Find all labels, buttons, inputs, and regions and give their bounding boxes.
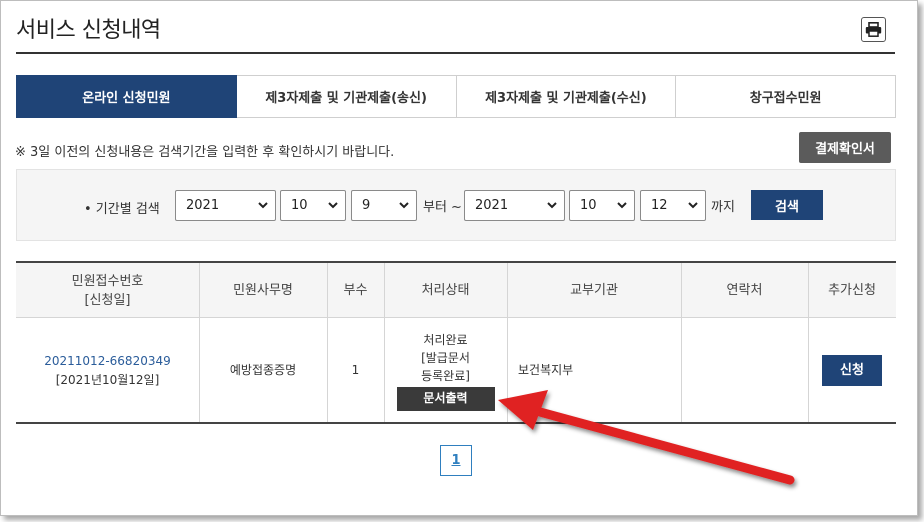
cell-service: 예방접종증명 xyxy=(229,363,297,377)
receipt-number-link[interactable]: 20211012-66820349 xyxy=(44,352,171,371)
to-word: 까지 xyxy=(711,200,735,215)
chevron-down-icon xyxy=(617,202,627,209)
page-title: 서비스 신청내역 xyxy=(16,18,161,43)
title-divider xyxy=(16,52,895,54)
from-day-value: 9 xyxy=(362,198,371,213)
from-day-select[interactable]: 9 xyxy=(351,190,417,221)
from-word: 부터 ~ xyxy=(423,200,462,215)
cell-extra: 신청 xyxy=(808,319,896,422)
to-day-select[interactable]: 12 xyxy=(640,190,706,221)
printer-icon xyxy=(865,22,882,37)
header-agency: 교부기관 xyxy=(570,283,618,298)
tab-bar: 온라인 신청민원 제3자제출 및 기관제출(송신) 제3자제출 및 기관제출(수… xyxy=(16,75,896,118)
tab-third-party-received[interactable]: 제3자제출 및 기관제출(수신) xyxy=(456,75,677,118)
header-receipt: 민원접수번호 [신청일] xyxy=(16,263,199,318)
header-contact: 연락처 xyxy=(726,283,763,298)
cell-copies: 1 xyxy=(351,363,360,377)
to-month-select[interactable]: 10 xyxy=(569,190,635,221)
to-year-select[interactable]: 2021 xyxy=(464,190,565,221)
payment-confirmation-button[interactable]: 결제확인서 xyxy=(799,132,891,163)
print-document-button[interactable]: 문서출력 xyxy=(396,386,495,411)
header-extra: 추가신청 xyxy=(828,283,876,298)
to-month-value: 10 xyxy=(580,198,597,213)
status-line: 처리완료 xyxy=(423,332,468,347)
tab-third-party-sent[interactable]: 제3자제출 및 기관제출(송신) xyxy=(236,75,457,118)
page-button-current[interactable]: 1 xyxy=(440,445,472,476)
application-date: [2021년10월12일] xyxy=(55,372,160,387)
to-year-value: 2021 xyxy=(475,198,509,213)
cell-receipt: 20211012-66820349 [2021년10월12일] xyxy=(16,319,199,422)
header-status: 처리상태 xyxy=(421,283,470,298)
header-service: 민원사무명 xyxy=(233,283,293,298)
print-button[interactable] xyxy=(861,17,886,42)
chevron-down-icon xyxy=(547,202,557,209)
tab-online-applications[interactable]: 온라인 신청민원 xyxy=(16,75,237,118)
search-button[interactable]: 검색 xyxy=(751,190,823,220)
to-day-value: 12 xyxy=(651,198,668,213)
from-year-value: 2021 xyxy=(186,198,220,213)
tab-counter-applications[interactable]: 창구접수민원 xyxy=(676,75,896,118)
chevron-down-icon xyxy=(399,202,409,209)
status-line: 등록완료] xyxy=(421,368,470,383)
chevron-down-icon xyxy=(328,202,338,209)
header-application-date: [신청일] xyxy=(84,292,131,308)
cell-status: 처리완료 [발급문서 등록완료] 문서출력 xyxy=(384,319,507,422)
chevron-down-icon xyxy=(688,202,698,209)
cell-agency: 보건복지부 xyxy=(518,363,574,377)
header-receipt-number: 민원접수번호 xyxy=(71,273,144,289)
header-copies: 부수 xyxy=(343,283,368,298)
from-month-select[interactable]: 10 xyxy=(280,190,346,221)
from-month-value: 10 xyxy=(291,198,308,213)
status-line: [발급문서 xyxy=(421,350,470,365)
from-year-select[interactable]: 2021 xyxy=(175,190,276,221)
period-notice: ※ 3일 이전의 신청내용은 검색기간을 입력한 후 확인하시기 바랍니다. xyxy=(15,145,395,160)
table-bottom-border xyxy=(16,422,896,424)
search-label: • 기간별 검색 xyxy=(84,202,160,217)
chevron-down-icon xyxy=(258,202,268,209)
cell-contact xyxy=(681,319,808,422)
apply-button[interactable]: 신청 xyxy=(822,355,882,386)
